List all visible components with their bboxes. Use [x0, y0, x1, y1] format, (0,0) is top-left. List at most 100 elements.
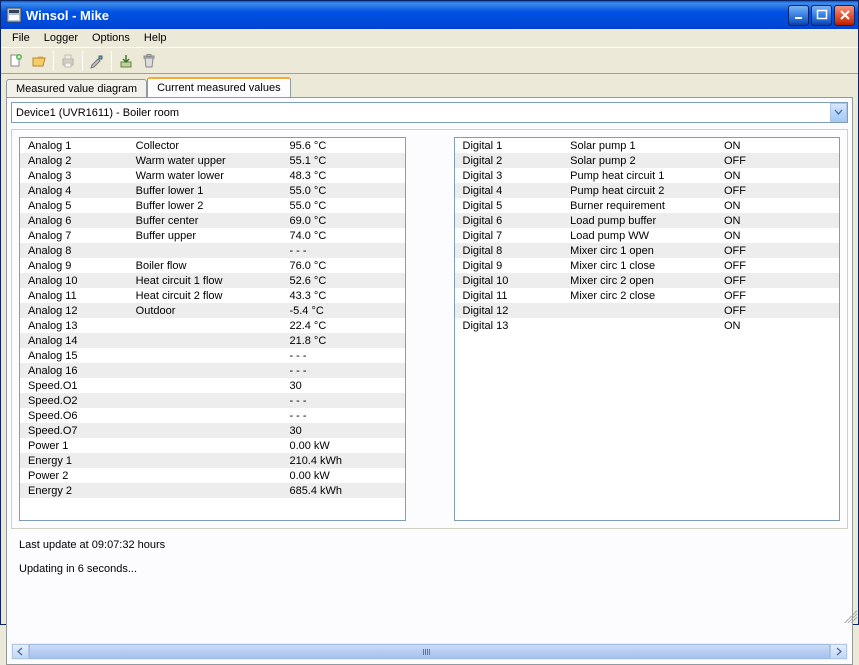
cell-value: OFF	[716, 153, 839, 168]
table-row: Analog 2Warm water upper55.1 °C	[20, 153, 405, 168]
cell-value: OFF	[716, 183, 839, 198]
close-button[interactable]	[834, 5, 855, 26]
cell-name: Digital 6	[455, 213, 563, 228]
cell-value: 30	[281, 378, 404, 393]
tab-current-values[interactable]: Current measured values	[147, 77, 291, 97]
menu-file[interactable]: File	[5, 30, 37, 46]
device-dropdown[interactable]: Device1 (UVR1611) - Boiler room	[11, 102, 848, 123]
cell-name: Digital 2	[455, 153, 563, 168]
cell-name: Digital 10	[455, 273, 563, 288]
toolbar-separator	[82, 51, 83, 71]
cell-label	[128, 348, 282, 363]
tab-bar: Measured value diagram Current measured …	[1, 74, 858, 97]
minimize-button[interactable]	[788, 5, 809, 26]
cell-name: Analog 13	[20, 318, 128, 333]
cell-value: 76.0 °C	[281, 258, 404, 273]
print-icon[interactable]	[57, 50, 79, 72]
content-pane: Device1 (UVR1611) - Boiler room Analog 1…	[6, 97, 853, 665]
cell-value: 21.8 °C	[281, 333, 404, 348]
table-row: Speed.O6- - -	[20, 408, 405, 423]
cell-name: Analog 5	[20, 198, 128, 213]
cell-name: Analog 1	[20, 138, 128, 153]
table-row: Digital 9Mixer circ 1 closeOFF	[455, 258, 840, 273]
cell-label	[128, 468, 282, 483]
toolbar-separator	[111, 51, 112, 71]
cell-value: ON	[716, 138, 839, 153]
table-row: Analog 15 - - -	[20, 348, 405, 363]
cell-name: Analog 8	[20, 243, 128, 258]
resize-grip-icon[interactable]	[844, 610, 857, 623]
cell-name: Analog 15	[20, 348, 128, 363]
cell-label: Pump heat circuit 1	[562, 168, 716, 183]
table-row: Power 20.00 kW	[20, 468, 405, 483]
dropdown-arrow-icon[interactable]	[830, 103, 847, 122]
cell-value: - - -	[281, 243, 404, 258]
horizontal-scrollbar[interactable]	[11, 643, 848, 660]
title-bar: Winsol - Mike	[1, 1, 858, 29]
settings-icon[interactable]	[86, 50, 108, 72]
device-dropdown-text: Device1 (UVR1611) - Boiler room	[16, 107, 830, 119]
table-row: Digital 11Mixer circ 2 closeOFF	[455, 288, 840, 303]
menu-logger[interactable]: Logger	[37, 30, 85, 46]
cell-label: Solar pump 2	[562, 153, 716, 168]
table-row: Analog 10Heat circuit 1 flow52.6 °C	[20, 273, 405, 288]
cell-value: - - -	[281, 348, 404, 363]
table-row: Digital 4Pump heat circuit 2OFF	[455, 183, 840, 198]
cell-name: Energy 1	[20, 453, 128, 468]
cell-label: Load pump WW	[562, 228, 716, 243]
analog-table: Analog 1Collector95.6 °CAnalog 2Warm wat…	[20, 138, 405, 498]
cell-value: 685.4 kWh	[281, 483, 404, 498]
cell-name: Analog 4	[20, 183, 128, 198]
toolbar	[1, 48, 858, 74]
digital-table: Digital 1Solar pump 1ONDigital 2Solar pu…	[455, 138, 840, 333]
menu-options[interactable]: Options	[85, 30, 137, 46]
maximize-button[interactable]	[811, 5, 832, 26]
analog-panel: Analog 1Collector95.6 °CAnalog 2Warm wat…	[19, 137, 406, 521]
cell-value: -5.4 °C	[281, 303, 404, 318]
cell-name: Speed.O7	[20, 423, 128, 438]
cell-name: Analog 16	[20, 363, 128, 378]
cell-label	[128, 363, 282, 378]
new-file-icon[interactable]	[5, 50, 27, 72]
cell-value: 22.4 °C	[281, 318, 404, 333]
cell-value: OFF	[716, 258, 839, 273]
cell-name: Analog 7	[20, 228, 128, 243]
table-row: Digital 10Mixer circ 2 openOFF	[455, 273, 840, 288]
scrollbar-track[interactable]	[29, 644, 830, 659]
trash-icon[interactable]	[138, 50, 160, 72]
cell-label	[562, 318, 716, 333]
cell-label: Outdoor	[128, 303, 282, 318]
cell-label: Warm water upper	[128, 153, 282, 168]
cell-label	[128, 333, 282, 348]
table-row: Analog 4Buffer lower 155.0 °C	[20, 183, 405, 198]
cell-label: Heat circuit 1 flow	[128, 273, 282, 288]
cell-label: Load pump buffer	[562, 213, 716, 228]
cell-name: Analog 14	[20, 333, 128, 348]
last-update-text: Last update at 09:07:32 hours	[19, 539, 840, 551]
cell-label	[128, 243, 282, 258]
tab-measured-diagram[interactable]: Measured value diagram	[6, 79, 147, 98]
next-update-text: Updating in 6 seconds...	[19, 563, 840, 575]
scroll-right-icon[interactable]	[830, 644, 847, 659]
open-folder-icon[interactable]	[28, 50, 50, 72]
cell-name: Speed.O2	[20, 393, 128, 408]
cell-label: Buffer lower 2	[128, 198, 282, 213]
export-icon[interactable]	[115, 50, 137, 72]
scroll-left-icon[interactable]	[12, 644, 29, 659]
cell-value: 30	[281, 423, 404, 438]
table-row: Analog 8 - - -	[20, 243, 405, 258]
table-row: Energy 2685.4 kWh	[20, 483, 405, 498]
cell-value: - - -	[281, 363, 404, 378]
window-title: Winsol - Mike	[26, 8, 786, 23]
table-row: Digital 5Burner requirementON	[455, 198, 840, 213]
menu-help[interactable]: Help	[137, 30, 174, 46]
cell-label: Collector	[128, 138, 282, 153]
cell-name: Analog 2	[20, 153, 128, 168]
cell-name: Analog 11	[20, 288, 128, 303]
cell-name: Digital 1	[455, 138, 563, 153]
cell-name: Power 2	[20, 468, 128, 483]
cell-value: OFF	[716, 273, 839, 288]
cell-value: 55.0 °C	[281, 198, 404, 213]
cell-name: Analog 6	[20, 213, 128, 228]
table-row: Digital 6Load pump bufferON	[455, 213, 840, 228]
